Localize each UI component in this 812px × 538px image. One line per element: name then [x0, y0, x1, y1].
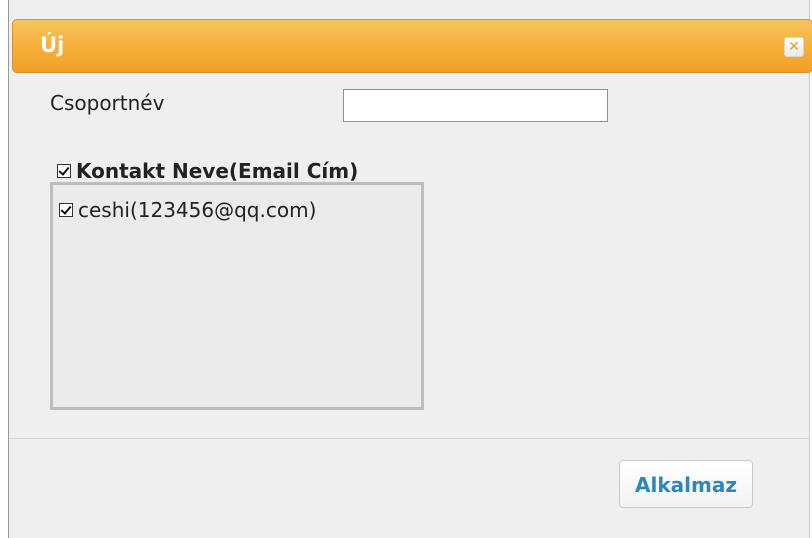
dialog-titlebar: Új ✕: [12, 19, 812, 73]
close-button[interactable]: ✕: [784, 37, 804, 57]
list-item[interactable]: ceshi(123456@qq.com): [59, 197, 316, 223]
contact-list[interactable]: ceshi(123456@qq.com): [50, 182, 424, 410]
select-all-checkbox[interactable]: [57, 164, 71, 178]
contact-label: ceshi(123456@qq.com): [78, 198, 317, 222]
apply-button[interactable]: Alkalmaz: [619, 460, 753, 508]
contact-column-header: Kontakt Neve(Email Cím): [76, 159, 359, 183]
contact-header-row: Kontakt Neve(Email Cím): [57, 158, 358, 184]
group-name-input[interactable]: [343, 89, 608, 122]
group-name-label: Csoportnév: [50, 91, 165, 115]
footer-divider: [9, 438, 809, 439]
contact-checkbox[interactable]: [59, 203, 73, 217]
close-icon: ✕: [788, 39, 800, 55]
dialog-title: Új: [40, 33, 65, 57]
new-group-dialog: Új ✕ Csoportnév Kontakt Neve(Email Cím) …: [8, 0, 812, 538]
